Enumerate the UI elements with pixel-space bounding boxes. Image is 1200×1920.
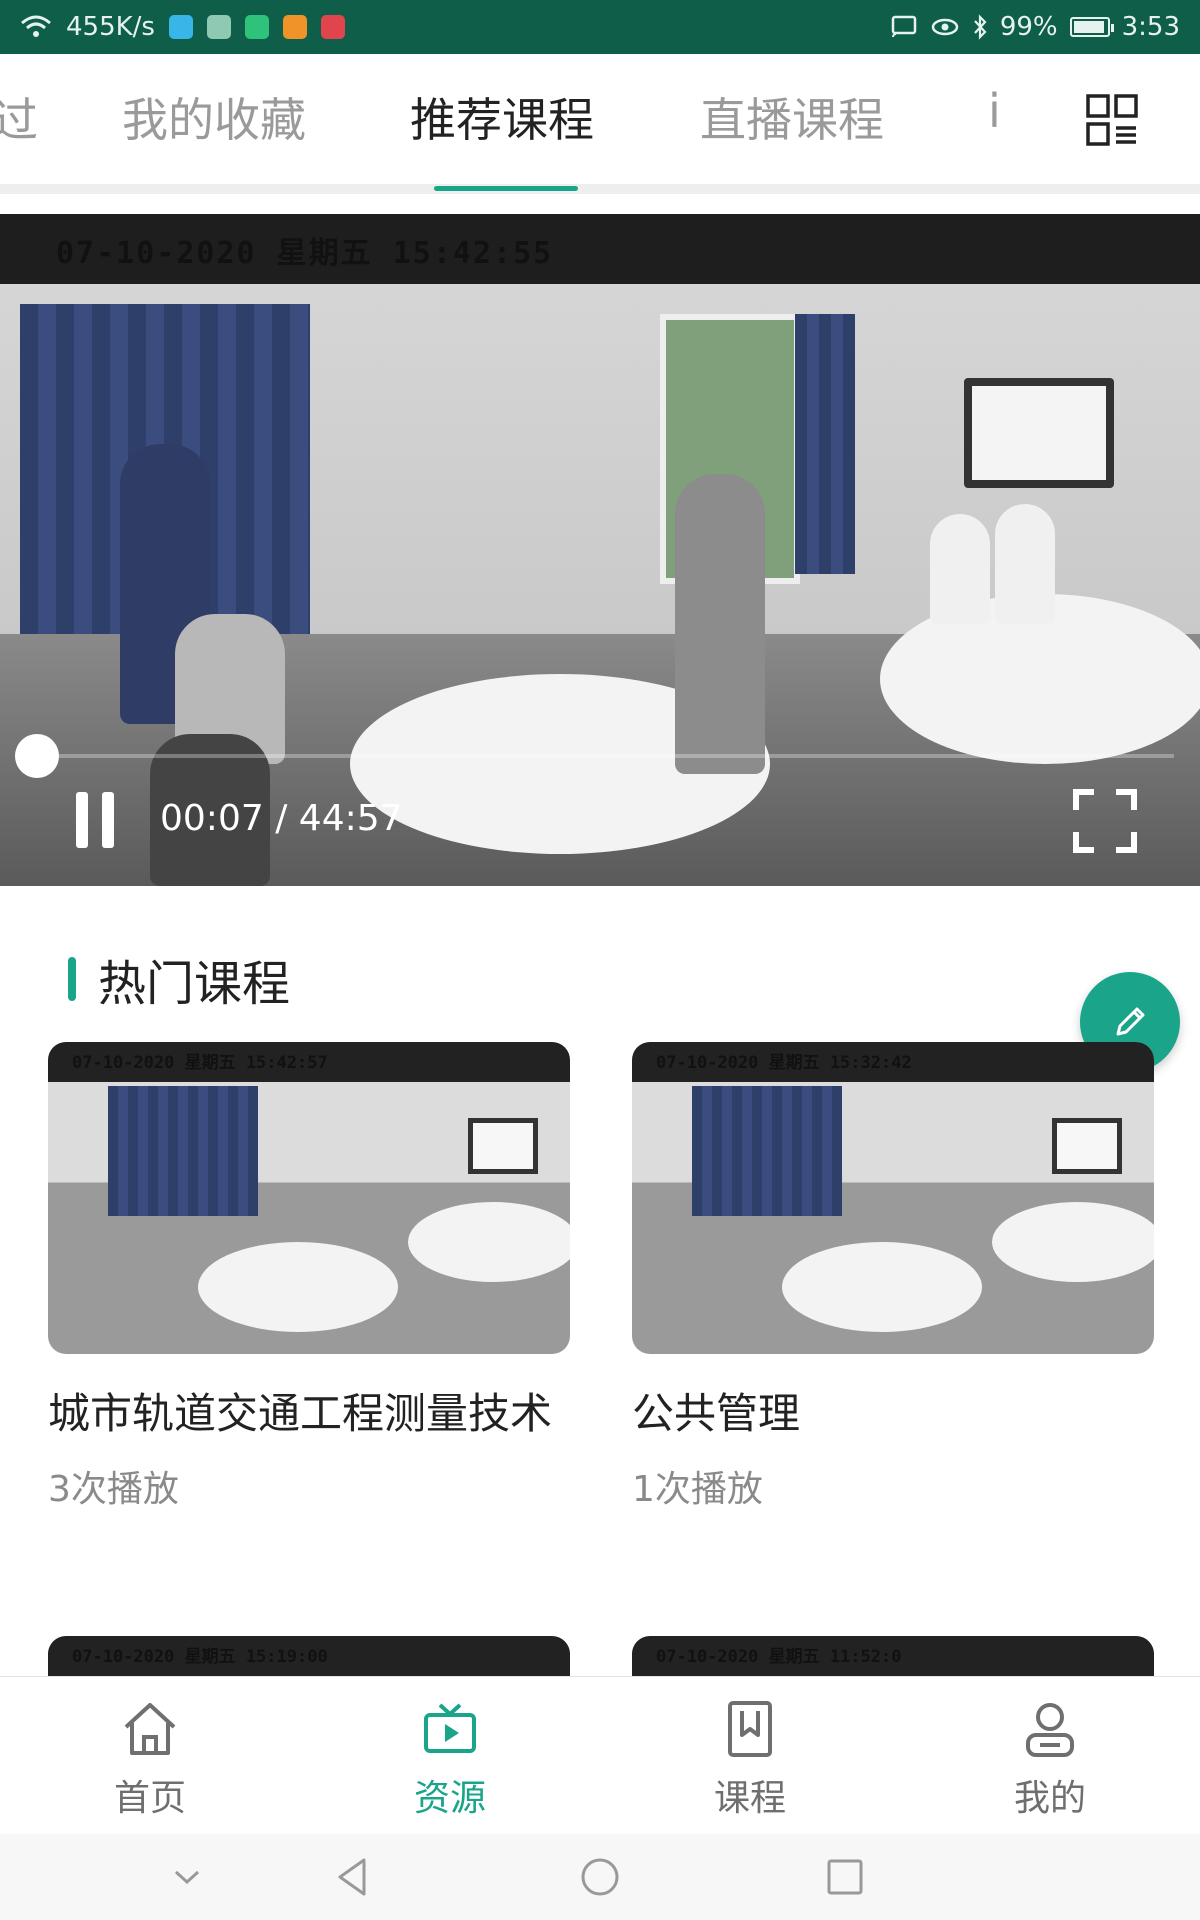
battery-percent: 99% [999, 12, 1058, 42]
course-thumbnail[interactable]: 07-10-2020 星期五 15:42:57 [48, 1042, 570, 1354]
course-tab-bar: 过 我的收藏 推荐课程 直播课程 i [0, 54, 1200, 194]
course-thumbnail[interactable]: 07-10-2020 星期五 15:32:42 [632, 1042, 1154, 1354]
video-current-time: 00:07 [160, 798, 264, 839]
home-button-icon[interactable] [577, 1854, 623, 1900]
thumb-screen [1052, 1118, 1122, 1174]
video-time-separator: / [275, 798, 288, 839]
tab-next-partial[interactable]: i [988, 84, 1001, 138]
pause-icon-bar [102, 792, 114, 848]
nav-courses-label: 课程 [713, 1778, 786, 1819]
bottom-navigation: 首页 资源 课程 我的 [0, 1676, 1200, 1834]
course-title[interactable]: 城市轨道交通工程测量技术 [48, 1382, 570, 1446]
nav-mine[interactable]: 我的 [900, 1677, 1200, 1834]
video-notification-icon [282, 15, 307, 39]
video-frame-person [675, 474, 765, 774]
huawei-notification-icon [206, 15, 231, 39]
tv-icon [424, 1703, 476, 1753]
thumb-curtain [692, 1086, 842, 1216]
video-frame-screen [964, 378, 1114, 488]
cast-icon [891, 15, 917, 38]
video-time-display: 00:07 / 44:57 [160, 798, 403, 839]
nav-home-label: 首页 [113, 1778, 186, 1819]
video-timestamp-overlay: 07-10-2020 星期五 15:42:55 [56, 236, 554, 271]
battery-icon [1069, 17, 1114, 37]
nav-resources[interactable]: 资源 [300, 1677, 600, 1834]
pause-button[interactable] [72, 792, 118, 848]
home-icon [124, 1703, 176, 1755]
popular-courses-heading: 热门课程 [68, 944, 290, 1014]
thumbnail-timestamp: 07-10-2020 星期五 15:19:00 [72, 1647, 328, 1667]
status-bar: 455K/s 99% 3:53 [0, 0, 1200, 54]
recents-icon[interactable] [822, 1854, 868, 1900]
nav-courses[interactable]: 课程 [600, 1677, 900, 1834]
video-duration: 44:57 [298, 798, 403, 839]
wifi-icon [21, 15, 51, 37]
video-progress-bar[interactable] [34, 754, 1174, 758]
app-notification-icon [168, 15, 193, 39]
bookmark-book-icon [728, 1701, 772, 1757]
user-icon [1026, 1703, 1074, 1757]
course-card[interactable]: 07-10-2020 星期五 15:42:57 城市轨道交通工程测量技术 3次播… [48, 1042, 570, 1512]
video-frame-person [930, 514, 990, 624]
nav-resources-label: 资源 [413, 1778, 486, 1819]
thumb-table [992, 1202, 1154, 1282]
tab-live-courses[interactable]: 直播课程 [700, 84, 884, 150]
course-title[interactable]: 公共管理 [632, 1382, 1154, 1446]
video-frame-curtain-right [795, 314, 855, 574]
fullscreen-icon[interactable] [1072, 788, 1138, 854]
eye-comfort-icon [931, 18, 959, 36]
course-play-count: 1次播放 [632, 1469, 763, 1510]
section-title: 热门课程 [98, 956, 291, 1012]
video-frame-person [995, 504, 1055, 624]
thumbnail-timestamp: 07-10-2020 星期五 15:42:57 [72, 1053, 328, 1073]
bluetooth-icon [973, 14, 987, 40]
category-grid-icon[interactable] [1086, 94, 1138, 146]
clock: 3:53 [1121, 12, 1180, 42]
net-speed: 455K/s [66, 12, 155, 42]
back-icon[interactable] [330, 1854, 376, 1900]
nav-home[interactable]: 首页 [0, 1677, 300, 1834]
thumbnail-timestamp: 07-10-2020 星期五 11:52:0 [656, 1647, 902, 1667]
tab-my-favorites[interactable]: 我的收藏 [122, 84, 306, 150]
system-navigation-bar [0, 1834, 1200, 1920]
thumb-table [782, 1242, 982, 1332]
tab-recommended-courses[interactable]: 推荐课程 [410, 84, 594, 150]
calendar-notification-icon [320, 15, 345, 39]
thumb-table [408, 1202, 570, 1282]
play-notification-icon [244, 15, 269, 39]
pencil-icon [1116, 1007, 1145, 1036]
thumb-screen [468, 1118, 538, 1174]
thumb-curtain [108, 1086, 258, 1216]
thumbnail-timestamp: 07-10-2020 星期五 15:32:42 [656, 1053, 912, 1073]
pause-icon-bar [76, 792, 88, 848]
tab-history[interactable]: 过 [0, 84, 38, 150]
course-play-count: 3次播放 [48, 1469, 179, 1510]
section-accent-bar [68, 957, 76, 1001]
chevron-down-icon[interactable] [164, 1854, 210, 1900]
nav-mine-label: 我的 [1013, 1778, 1086, 1819]
video-player[interactable]: 07-10-2020 星期五 15:42:55 00:07 / 44:57 [0, 214, 1200, 886]
course-card[interactable]: 07-10-2020 星期五 15:32:42 公共管理 1次播放 [632, 1042, 1154, 1512]
active-tab-indicator [434, 186, 578, 191]
thumb-table [198, 1242, 398, 1332]
